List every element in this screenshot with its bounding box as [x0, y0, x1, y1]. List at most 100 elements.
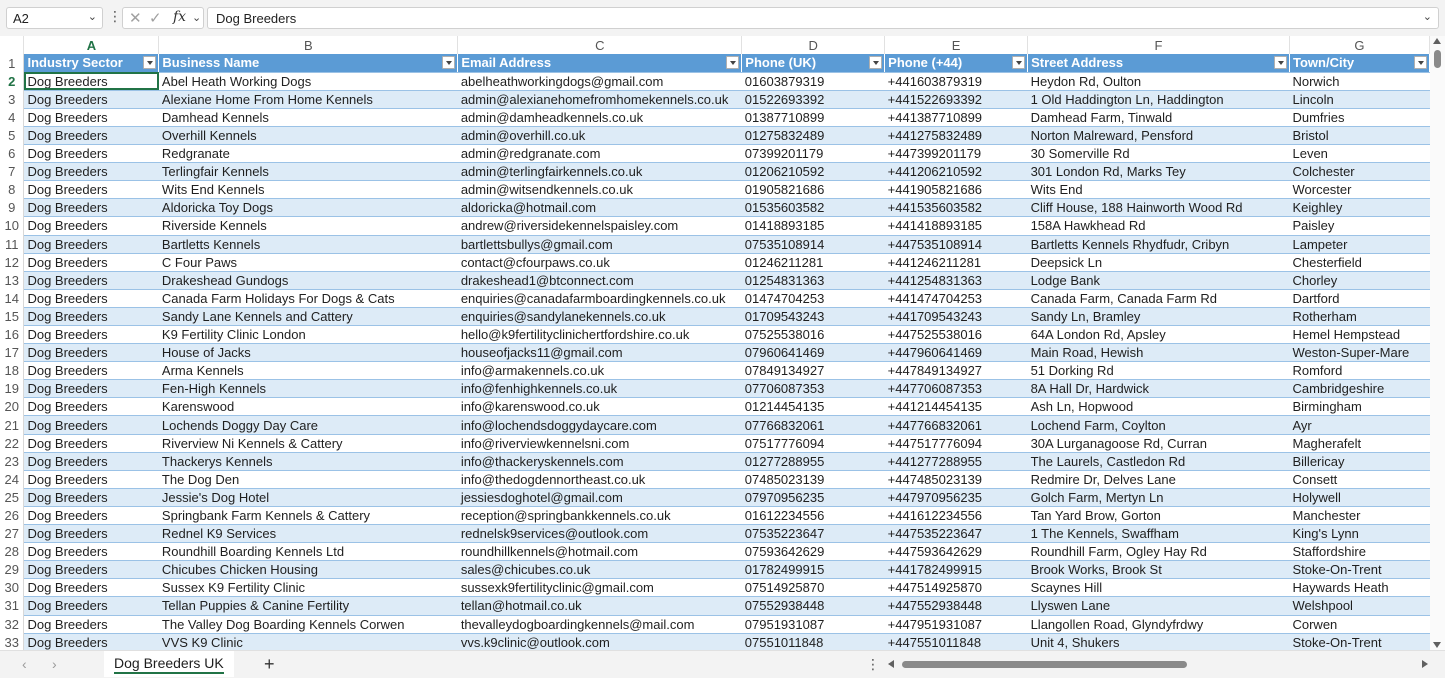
row-number[interactable]: 4 [0, 108, 25, 127]
vertical-scroll-thumb[interactable] [1434, 50, 1441, 68]
table-cell[interactable]: Cliff House, 188 Hainworth Wood Rd [1027, 198, 1290, 218]
table-cell[interactable]: Scaynes Hill [1027, 578, 1290, 598]
table-cell[interactable]: 07970956235 [741, 488, 885, 507]
table-cell[interactable]: info@fenhighkennels.co.uk [457, 379, 742, 399]
table-cell[interactable]: 01254831363 [741, 271, 885, 290]
table-cell[interactable]: 30 Somerville Rd [1027, 144, 1290, 164]
chevron-down-icon[interactable]: ⌄ [88, 10, 97, 23]
table-cell[interactable]: +447706087353 [884, 379, 1028, 399]
table-cell[interactable]: Jessie's Dog Hotel [158, 488, 458, 507]
table-cell[interactable]: Damhead Farm, Tinwald [1027, 108, 1290, 127]
table-cell[interactable]: 64A London Rd, Apsley [1027, 325, 1290, 345]
table-cell[interactable]: hello@k9fertilityclinichertfordshire.co.… [457, 325, 742, 345]
table-cell[interactable]: VVS K9 Clinic [158, 633, 458, 650]
table-cell[interactable]: Dog Breeders [23, 72, 159, 91]
table-cell[interactable]: 07960641469 [741, 343, 885, 363]
table-cell[interactable]: +441214454135 [884, 397, 1028, 417]
table-cell[interactable]: 51 Dorking Rd [1027, 361, 1290, 381]
table-cell[interactable]: K9 Fertility Clinic London [158, 325, 458, 345]
header-cell[interactable]: Industry Sector [23, 54, 160, 73]
table-cell[interactable]: enquiries@sandylanekennels.co.uk [457, 307, 742, 327]
row-number[interactable]: 7 [0, 162, 25, 181]
table-cell[interactable]: Lampeter [1289, 235, 1430, 254]
table-cell[interactable]: Dog Breeders [23, 434, 159, 453]
table-cell[interactable]: Dog Breeders [23, 198, 159, 218]
table-cell[interactable]: Sandy Lane Kennels and Cattery [158, 307, 458, 327]
table-cell[interactable]: Leven [1289, 144, 1430, 164]
table-cell[interactable]: Riverview Ni Kennels & Cattery [158, 434, 458, 453]
row-number[interactable]: 31 [0, 596, 25, 615]
table-cell[interactable]: Dog Breeders [23, 470, 159, 489]
table-cell[interactable]: Alexiane Home From Home Kennels [158, 90, 458, 109]
table-cell[interactable]: Springbank Farm Kennels & Cattery [158, 506, 458, 526]
table-cell[interactable]: Dog Breeders [23, 615, 159, 634]
table-cell[interactable]: +441612234556 [884, 506, 1028, 526]
table-cell[interactable]: +441206210592 [884, 162, 1028, 182]
table-cell[interactable]: 1 Old Haddington Ln, Haddington [1027, 90, 1290, 109]
sheet-tab-active[interactable]: Dog Breeders UK [104, 651, 234, 677]
row-number[interactable]: 15 [0, 307, 25, 326]
header-cell[interactable]: Town/City [1289, 54, 1430, 73]
table-cell[interactable]: +441418893185 [884, 216, 1028, 236]
table-cell[interactable]: Lochend Farm, Coylton [1027, 415, 1290, 435]
table-cell[interactable]: 01535603582 [741, 198, 885, 218]
table-cell[interactable]: 07951931087 [741, 615, 885, 634]
table-cell[interactable]: +447849134927 [884, 361, 1028, 381]
table-cell[interactable]: info@lochendsdoggydaycare.com [457, 415, 742, 435]
table-cell[interactable]: 01782499915 [741, 560, 885, 580]
table-cell[interactable]: +447514925870 [884, 578, 1028, 598]
row-number[interactable]: 27 [0, 524, 25, 543]
table-cell[interactable]: Stoke-On-Trent [1289, 633, 1430, 650]
table-cell[interactable]: Dog Breeders [23, 452, 159, 471]
table-cell[interactable]: Paisley [1289, 216, 1430, 236]
table-cell[interactable]: info@armakennels.co.uk [457, 361, 742, 381]
table-cell[interactable]: 07485023139 [741, 470, 885, 489]
row-number[interactable]: 25 [0, 488, 25, 507]
table-cell[interactable]: Main Road, Hewish [1027, 343, 1290, 363]
table-cell[interactable]: abelheathworkingdogs@gmail.com [457, 72, 742, 91]
table-cell[interactable]: +447399201179 [884, 144, 1028, 164]
table-cell[interactable]: Dog Breeders [23, 144, 159, 164]
table-cell[interactable]: 07706087353 [741, 379, 885, 399]
row-number[interactable]: 1 [0, 54, 25, 73]
column-header[interactable]: E [884, 36, 1029, 55]
table-cell[interactable]: Dog Breeders [23, 126, 159, 146]
table-cell[interactable]: thevalleydogboardingkennels@mail.com [457, 615, 742, 634]
scroll-right-icon[interactable] [1422, 660, 1428, 668]
column-header[interactable]: B [158, 36, 459, 55]
add-sheet-icon[interactable]: + [264, 654, 275, 675]
table-cell[interactable]: Dog Breeders [23, 162, 159, 182]
row-number[interactable]: 18 [0, 361, 25, 380]
table-cell[interactable]: Dog Breeders [23, 415, 159, 435]
row-number[interactable]: 24 [0, 470, 25, 489]
table-cell[interactable]: Rotherham [1289, 307, 1430, 327]
table-cell[interactable]: Chesterfield [1289, 253, 1430, 272]
table-cell[interactable]: King's Lynn [1289, 524, 1430, 544]
table-cell[interactable]: 07849134927 [741, 361, 885, 381]
table-cell[interactable]: aldoricka@hotmail.com [457, 198, 742, 218]
table-cell[interactable]: Dog Breeders [23, 397, 159, 417]
filter-dropdown-icon[interactable] [442, 56, 456, 70]
table-cell[interactable]: info@riverviewkennelsni.com [457, 434, 742, 453]
table-cell[interactable]: House of Jacks [158, 343, 458, 363]
table-cell[interactable]: +447951931087 [884, 615, 1028, 634]
row-number[interactable]: 28 [0, 542, 25, 561]
table-cell[interactable]: Magherafelt [1289, 434, 1430, 453]
row-number[interactable]: 22 [0, 434, 25, 453]
table-cell[interactable]: +447551011848 [884, 633, 1028, 650]
table-cell[interactable]: Dog Breeders [23, 216, 159, 236]
table-cell[interactable]: Ayr [1289, 415, 1430, 435]
table-cell[interactable]: 8A Hall Dr, Hardwick [1027, 379, 1290, 399]
table-cell[interactable]: Norwich [1289, 72, 1430, 91]
row-number[interactable]: 23 [0, 452, 25, 471]
table-cell[interactable]: Birmingham [1289, 397, 1430, 417]
table-cell[interactable]: 01214454135 [741, 397, 885, 417]
table-cell[interactable]: Holywell [1289, 488, 1430, 507]
table-cell[interactable]: Dog Breeders [23, 506, 159, 526]
previous-sheet-icon[interactable]: ‹ [22, 656, 27, 672]
table-cell[interactable]: Redmire Dr, Delves Lane [1027, 470, 1290, 489]
table-cell[interactable]: +441782499915 [884, 560, 1028, 580]
insert-function-icon[interactable]: fx [173, 9, 186, 25]
table-cell[interactable]: admin@witsendkennels.co.uk [457, 180, 742, 200]
chevron-down-icon[interactable]: ⌄ [192, 11, 201, 24]
